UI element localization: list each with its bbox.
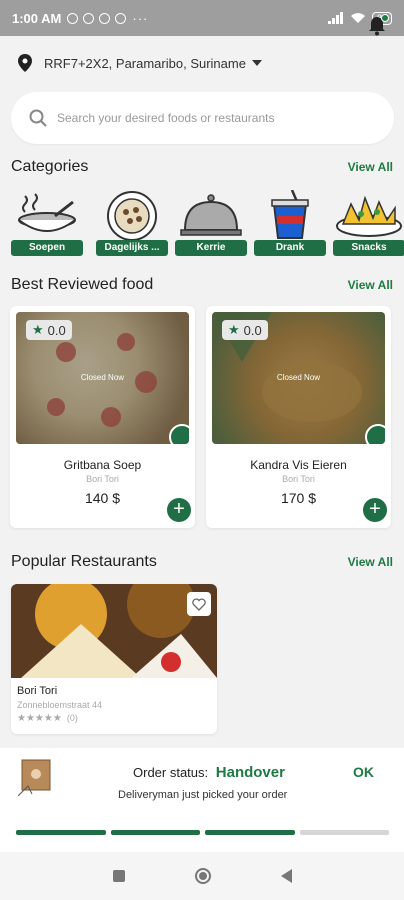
category-item-drank[interactable]: Drank — [254, 190, 326, 256]
category-item-snacks[interactable]: Snacks — [333, 190, 404, 256]
popular-restaurants-view-all-link[interactable]: View All — [348, 555, 393, 569]
category-item-dagelijks[interactable]: Dagelijks ... — [96, 190, 168, 256]
recents-button[interactable] — [112, 870, 125, 882]
search-input[interactable] — [57, 111, 357, 125]
wifi-icon — [350, 13, 365, 23]
progress-step — [110, 830, 200, 835]
restaurant-card[interactable]: Bori Tori Zonnebloemstraat 44 ★★★★★ (0) — [11, 584, 217, 734]
plate-icon — [107, 191, 157, 240]
category-label: Kerrie — [175, 240, 247, 256]
rating-value: 0.0 — [47, 322, 66, 338]
add-to-cart-button[interactable]: + — [167, 498, 191, 522]
order-status-text: Order status: Handover — [133, 764, 285, 781]
food-name: Gritbana Soep — [63, 458, 142, 472]
status-time: 1:00 AM — [12, 10, 62, 26]
popular-restaurants-title: Popular Restaurants — [11, 553, 157, 570]
signal-icon — [327, 12, 344, 24]
order-status-label: Order status: — [133, 765, 209, 780]
location-pin-icon — [18, 54, 32, 72]
food-card[interactable]: ★ 0.0 Closed Now Gritbana Soep Bori Tori… — [10, 306, 195, 528]
category-item-kerrie[interactable]: Kerrie — [175, 190, 247, 256]
add-to-cart-button[interactable]: + — [363, 498, 387, 522]
back-button[interactable] — [280, 869, 292, 883]
rating-badge: ★ 0.0 — [222, 320, 268, 340]
location-address: RRF7+2X2, Paramaribo, Suriname — [44, 55, 246, 71]
search-icon — [29, 109, 47, 127]
system-nav-bar — [0, 852, 404, 900]
food-image: ★ 0.0 Closed Now — [16, 312, 189, 444]
category-label: Dagelijks ... — [96, 240, 168, 256]
restaurant-name: Bori Tori — [17, 685, 58, 697]
progress-step — [299, 830, 389, 835]
home-button[interactable] — [194, 868, 211, 884]
category-label: Soepen — [11, 240, 83, 256]
order-status-message: Deliveryman just picked your order — [118, 789, 288, 801]
favorite-button[interactable] — [187, 592, 211, 616]
more-icon: ··· — [132, 10, 149, 26]
restaurant-address: Zonnebloemstraat 44 — [17, 700, 103, 710]
status-bar: 1:00 AM ··· 84 — [0, 0, 404, 36]
drink-cup-icon — [271, 190, 309, 239]
food-price: 140 $ — [84, 490, 121, 506]
rating-value: 0.0 — [243, 322, 262, 338]
category-label: Drank — [254, 240, 326, 256]
star-icon: ★ — [32, 322, 44, 337]
chevron-down-icon — [251, 60, 262, 66]
heart-icon — [192, 597, 206, 611]
best-reviewed-view-all-link[interactable]: View All — [348, 278, 393, 292]
stars-icon: ★★★★★ — [17, 713, 62, 724]
restaurant-rating: ★★★★★ (0) — [17, 713, 78, 724]
location-selector[interactable]: RRF7+2X2, Paramaribo, Suriname — [0, 36, 404, 90]
restaurant-logo — [169, 424, 189, 444]
category-label: Snacks — [333, 240, 404, 256]
closed-label: Closed Now — [276, 373, 321, 382]
food-restaurant: Bori Tori — [86, 474, 119, 484]
order-status-panel: Order status: Handover OK Deliveryman ju… — [0, 748, 404, 852]
categories-list: Soepen Dagelijks ... Kerrie Drank Snacks — [0, 190, 404, 258]
snack-plate-icon — [336, 195, 402, 237]
plus-icon: + — [369, 498, 381, 520]
categories-title: Categories — [11, 158, 89, 175]
search-bar[interactable] — [11, 92, 394, 144]
notification-badge — [381, 14, 389, 22]
review-count: (0) — [66, 713, 78, 723]
notification-icons — [67, 12, 127, 24]
soup-bowl-icon — [18, 193, 76, 232]
rating-badge: ★ 0.0 — [26, 320, 72, 340]
order-thumbnail-icon — [18, 759, 51, 796]
progress-step — [205, 830, 295, 835]
best-reviewed-title: Best Reviewed food — [11, 276, 154, 293]
closed-label: Closed Now — [80, 373, 125, 382]
order-ok-button[interactable]: OK — [353, 764, 374, 780]
categories-view-all-link[interactable]: View All — [348, 160, 393, 174]
category-item-soepen[interactable]: Soepen — [11, 190, 83, 256]
star-icon: ★ — [228, 322, 240, 337]
notification-button[interactable] — [368, 14, 389, 41]
food-name: Kandra Vis Eieren — [250, 458, 347, 472]
cloche-icon — [180, 194, 242, 236]
food-restaurant: Bori Tori — [282, 474, 315, 484]
restaurant-logo — [365, 424, 385, 444]
food-image: ★ 0.0 Closed Now — [212, 312, 385, 444]
order-progress-bar — [16, 830, 389, 835]
order-status-value: Handover — [215, 764, 285, 781]
food-card[interactable]: ★ 0.0 Closed Now Kandra Vis Eieren Bori … — [206, 306, 391, 528]
food-price: 170 $ — [280, 490, 317, 506]
progress-step — [16, 830, 106, 835]
plus-icon: + — [173, 498, 185, 520]
